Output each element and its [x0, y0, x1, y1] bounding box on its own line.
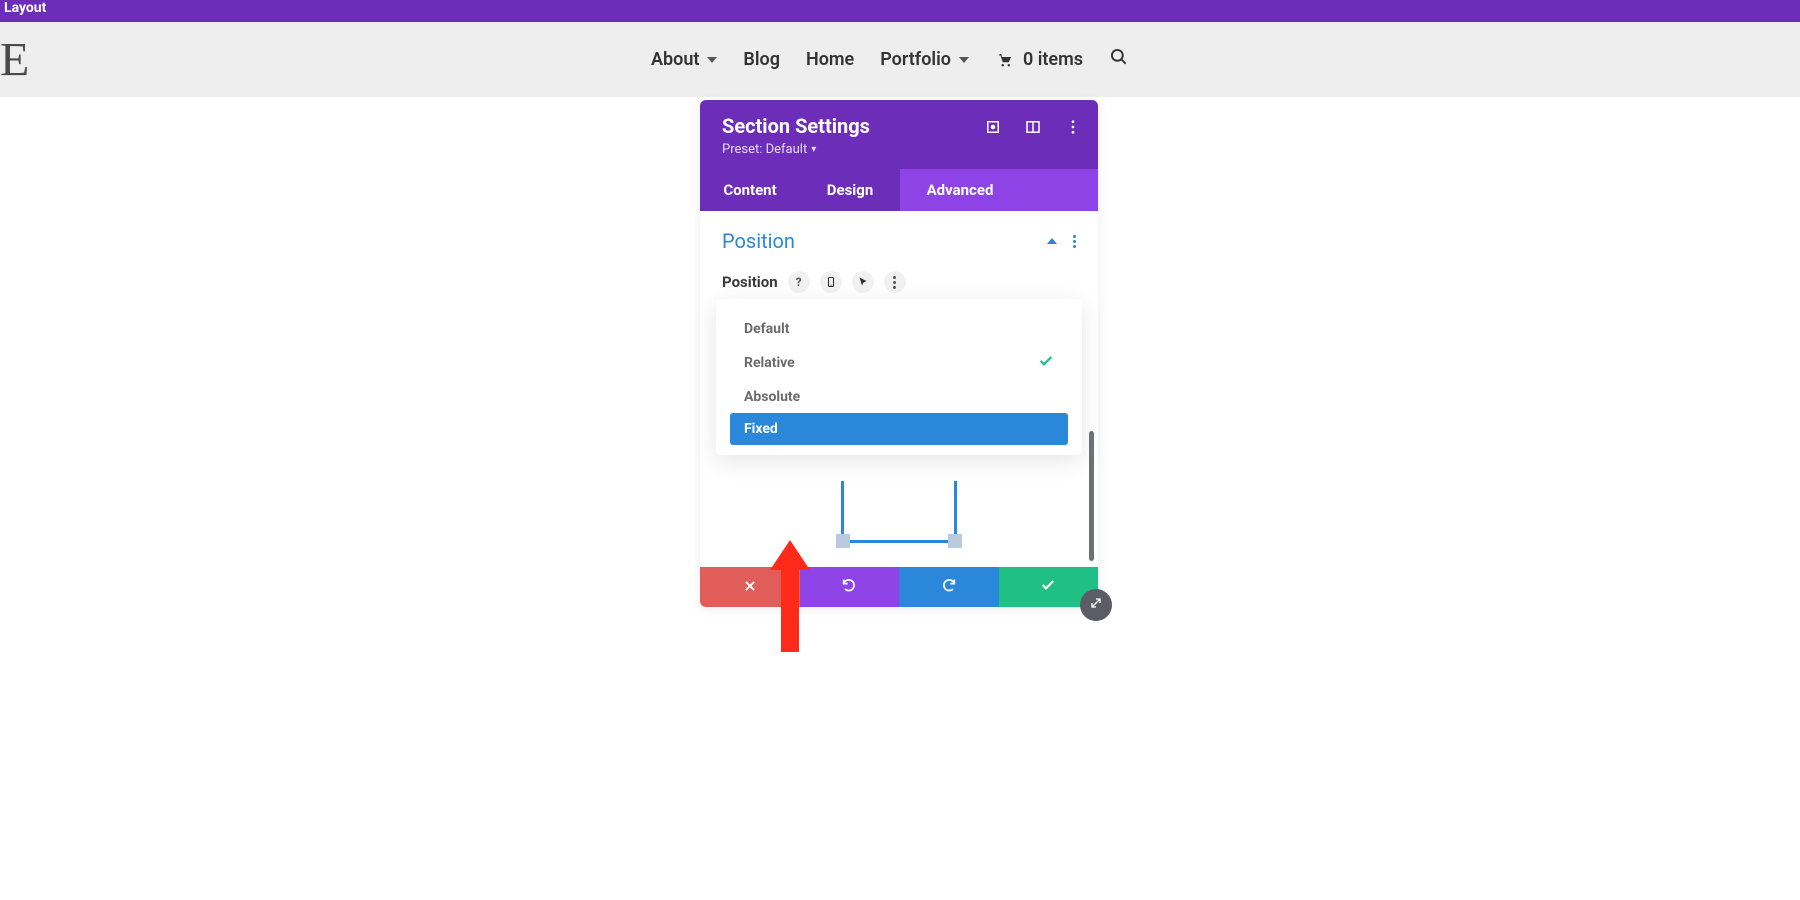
- chevron-down-icon: [707, 57, 717, 63]
- panel-header: Section Settings Preset: Default ▾: [700, 100, 1098, 169]
- scrollbar-thumb[interactable]: [1089, 431, 1094, 561]
- resize-diagonal-icon: [1088, 595, 1104, 615]
- tab-design[interactable]: Design: [800, 169, 900, 211]
- tab-advanced[interactable]: Advanced: [900, 169, 1020, 211]
- nav-cart-label: 0 items: [1023, 49, 1083, 70]
- preview-frame: [841, 481, 957, 543]
- option-label: Absolute: [744, 389, 800, 405]
- builder-top-bar: Layout: [0, 0, 1800, 22]
- site-nav: E About Blog Home Portfolio 0 items: [0, 22, 1800, 97]
- resize-handle-br: [948, 534, 962, 548]
- section-title-position: Position: [722, 229, 795, 253]
- caret-down-icon: ▾: [811, 144, 816, 155]
- option-label: Relative: [744, 355, 795, 371]
- position-dropdown[interactable]: Default Relative Absolute Fixed: [716, 299, 1082, 455]
- nav-blog-label: Blog: [743, 49, 780, 70]
- panel-resize-handle[interactable]: [1080, 589, 1112, 621]
- position-label: Position: [722, 273, 778, 291]
- help-icon[interactable]: ?: [788, 271, 810, 293]
- more-icon[interactable]: [884, 271, 906, 293]
- expand-icon[interactable]: [984, 118, 1002, 136]
- resize-handle-bl: [836, 534, 850, 548]
- section-header-actions: [1047, 235, 1076, 248]
- panel-body: Position Position ? Default Relative: [700, 211, 1098, 567]
- nav-home-label: Home: [806, 49, 854, 70]
- more-icon[interactable]: [1073, 235, 1076, 248]
- check-icon: [1040, 577, 1056, 597]
- option-absolute[interactable]: Absolute: [730, 381, 1068, 413]
- more-icon[interactable]: [1064, 118, 1082, 136]
- nav-blog[interactable]: Blog: [743, 49, 780, 70]
- undo-button[interactable]: [800, 567, 900, 607]
- nav-menu: About Blog Home Portfolio 0 items: [651, 47, 1129, 72]
- cancel-button[interactable]: [700, 567, 800, 607]
- preset-selector[interactable]: Preset: Default ▾: [722, 142, 1076, 157]
- nav-search[interactable]: [1109, 47, 1129, 72]
- chevron-up-icon[interactable]: [1047, 238, 1057, 244]
- cart-icon: [995, 51, 1015, 69]
- settings-panel: Section Settings Preset: Default ▾ Conte…: [700, 100, 1098, 607]
- redo-button[interactable]: [899, 567, 999, 607]
- nav-cart[interactable]: 0 items: [995, 49, 1083, 70]
- preset-label: Preset: Default: [722, 142, 807, 157]
- undo-icon: [841, 577, 857, 597]
- option-label: Fixed: [744, 421, 778, 437]
- position-preview: [722, 465, 1076, 543]
- nav-portfolio-label: Portfolio: [880, 49, 951, 70]
- search-icon: [1109, 47, 1129, 72]
- redo-icon: [941, 577, 957, 597]
- hover-cursor-icon[interactable]: [852, 271, 874, 293]
- tab-content[interactable]: Content: [700, 169, 800, 211]
- nav-home[interactable]: Home: [806, 49, 854, 70]
- panel-scrollbar[interactable]: [1089, 431, 1094, 561]
- tab-advanced-label: Advanced: [927, 181, 994, 199]
- panel-tabs: Content Design Advanced: [700, 169, 1098, 211]
- tabs-spacer: [1020, 169, 1098, 211]
- tab-design-label: Design: [827, 181, 874, 199]
- close-icon: [743, 578, 757, 597]
- layout-split-icon[interactable]: [1024, 118, 1042, 136]
- check-icon: [1038, 353, 1054, 373]
- option-fixed[interactable]: Fixed: [730, 413, 1068, 445]
- section-position-header[interactable]: Position: [722, 229, 1076, 253]
- mobile-icon[interactable]: [820, 271, 842, 293]
- nav-portfolio[interactable]: Portfolio: [880, 49, 969, 70]
- option-default[interactable]: Default: [730, 313, 1068, 345]
- nav-about-label: About: [651, 49, 699, 70]
- panel-header-actions: [984, 118, 1082, 136]
- nav-about[interactable]: About: [651, 49, 717, 70]
- top-bar-label: Layout: [4, 0, 46, 16]
- tab-content-label: Content: [723, 181, 776, 199]
- chevron-down-icon: [959, 57, 969, 63]
- panel-footer: [700, 567, 1098, 607]
- option-relative[interactable]: Relative: [730, 345, 1068, 381]
- site-logo[interactable]: E: [0, 32, 29, 87]
- option-label: Default: [744, 321, 789, 337]
- position-field-row: Position ?: [722, 271, 1076, 293]
